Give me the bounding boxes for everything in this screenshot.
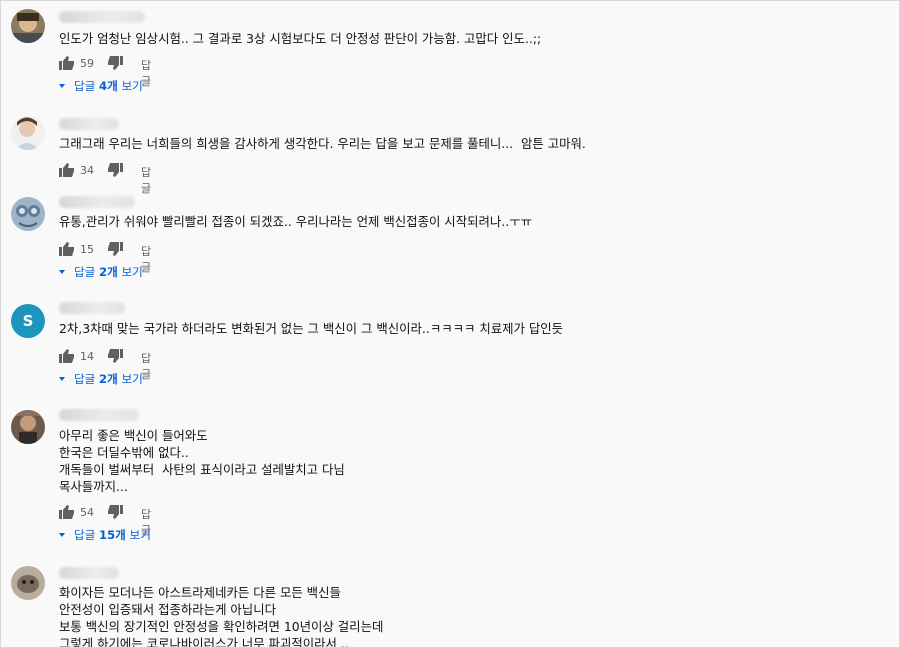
avatar[interactable] — [11, 197, 45, 231]
thumbs-up-icon[interactable] — [59, 56, 75, 70]
comment-text: 유통,관리가 쉬워야 빨리빨리 접종이 되겠죠.. 우리나라는 언제 백신접종이… — [59, 214, 532, 229]
author-name-blurred[interactable] — [59, 567, 119, 579]
avatar[interactable] — [11, 566, 45, 600]
thumbs-down-icon[interactable] — [107, 56, 123, 70]
thumbs-up-icon[interactable] — [59, 349, 75, 363]
thumbs-up-icon[interactable] — [59, 505, 75, 519]
author-name-blurred[interactable] — [59, 302, 125, 314]
thumbs-up-icon[interactable] — [59, 163, 75, 177]
avatar[interactable]: S — [11, 304, 45, 338]
author-name-blurred[interactable] — [59, 11, 145, 23]
thumbs-down-icon[interactable] — [107, 163, 123, 177]
caret-down-icon — [59, 532, 65, 537]
view-replies-button[interactable]: 답글 15개 보기 — [59, 527, 151, 543]
thumbs-up-icon[interactable] — [59, 242, 75, 256]
like-count: 14 — [80, 350, 94, 363]
like-count: 34 — [80, 164, 94, 177]
caret-down-icon — [59, 269, 65, 274]
like-count: 59 — [80, 57, 94, 70]
comments-panel: 인도가 엄청난 임상시험.. 그 결과로 3상 시험보다도 더 안정성 판단이 … — [0, 0, 900, 648]
caret-down-icon — [59, 83, 65, 88]
author-name-blurred[interactable] — [59, 409, 139, 421]
comment-text: 아무리 좋은 백신이 들어와도 한국은 더딜수밖에 없다.. 개독들이 벌써부터… — [59, 428, 345, 494]
caret-down-icon — [59, 376, 65, 381]
avatar[interactable] — [11, 116, 45, 150]
comment-text: 2차,3차때 맞는 국가라 하더라도 변화된거 없는 그 백신이 그 백신이라.… — [59, 321, 564, 336]
thumbs-down-icon[interactable] — [107, 242, 123, 256]
author-name-blurred[interactable] — [59, 196, 135, 208]
avatar[interactable] — [11, 410, 45, 444]
view-replies-button[interactable]: 답글 2개 보기 — [59, 371, 143, 387]
reply-button[interactable]: 답글 — [141, 164, 151, 196]
author-name-blurred[interactable] — [59, 118, 119, 130]
comment-text: 인도가 엄청난 임상시험.. 그 결과로 3상 시험보다도 더 안정성 판단이 … — [59, 31, 542, 46]
view-replies-button[interactable]: 답글 2개 보기 — [59, 264, 143, 280]
like-count: 15 — [80, 243, 94, 256]
comment-text: 화이자든 모더나든 아스트라제네카든 다른 모든 백신들 안전성이 입증돼서 접… — [59, 585, 384, 648]
like-count: 54 — [80, 506, 94, 519]
avatar[interactable] — [11, 9, 45, 43]
thumbs-down-icon[interactable] — [107, 349, 123, 363]
comment-text: 그래그래 우리는 너희들의 희생을 감사하게 생각한다. 우리는 답을 보고 문… — [59, 136, 586, 151]
thumbs-down-icon[interactable] — [107, 505, 123, 519]
view-replies-button[interactable]: 답글 4개 보기 — [59, 78, 143, 94]
